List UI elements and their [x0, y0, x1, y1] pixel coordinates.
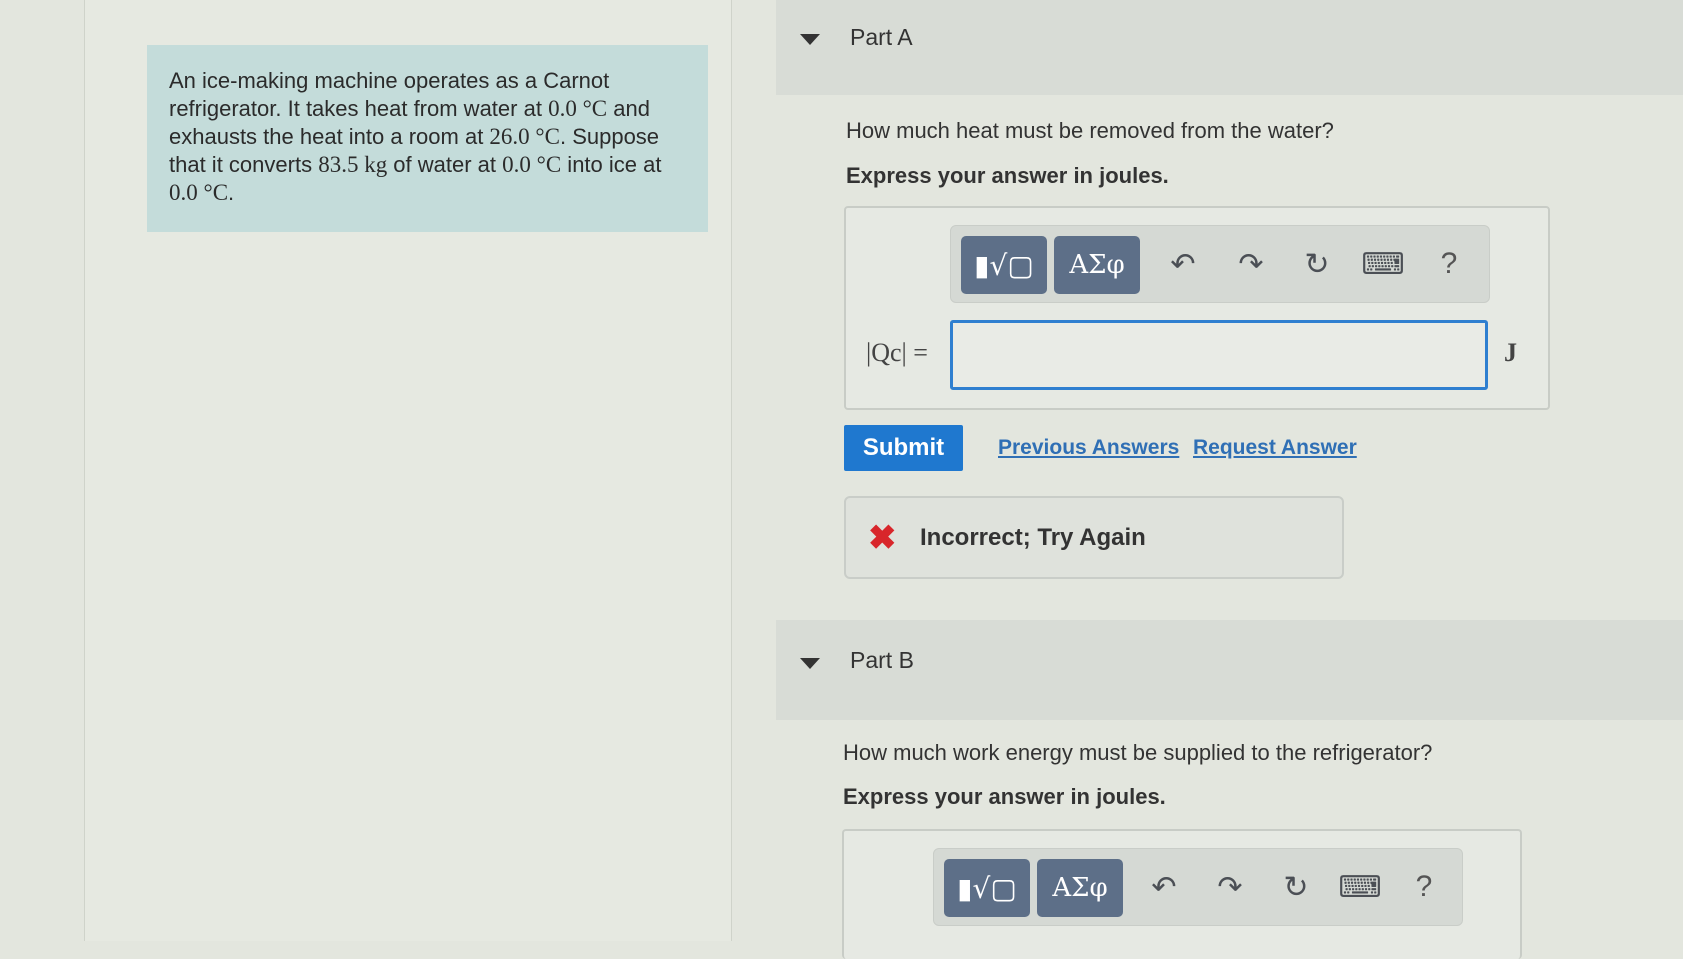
previous-answers-link[interactable]: Previous Answers	[998, 436, 1179, 460]
symbols-button[interactable]: ΑΣφ	[1054, 236, 1140, 294]
templates-icon: ▮√▢	[957, 871, 1017, 905]
problem-value: 0.0 °C	[169, 180, 229, 205]
symbols-icon: ΑΣφ	[1069, 250, 1125, 280]
unit-label: J	[1504, 338, 1517, 367]
problem-statement: An ice-making machine operates as a Carn…	[147, 45, 708, 232]
problem-text: .	[228, 180, 235, 205]
collapse-caret-icon[interactable]	[800, 34, 820, 45]
undo-icon[interactable]: ↶	[1163, 244, 1203, 284]
reset-icon[interactable]: ↻	[1297, 244, 1337, 284]
answer-input[interactable]	[950, 320, 1488, 390]
part-a-instruction: Express your answer in joules.	[846, 163, 1169, 188]
part-b-instruction: Express your answer in joules.	[843, 784, 1166, 809]
part-b-header[interactable]: Part B	[776, 620, 1683, 720]
incorrect-icon: ✖	[868, 519, 897, 557]
help-icon[interactable]: ?	[1404, 867, 1444, 907]
problem-text: An ice-making machine operates as a Carn…	[169, 68, 610, 121]
feedback-message: Incorrect; Try Again	[920, 524, 1146, 551]
reset-icon[interactable]: ↻	[1276, 867, 1316, 907]
redo-icon[interactable]: ↷	[1210, 867, 1250, 907]
problem-value: 0.0 °C	[548, 96, 608, 121]
problem-value: 0.0 °C	[502, 152, 562, 177]
help-icon[interactable]: ?	[1429, 244, 1469, 284]
part-b-answer-box: ▮√▢ ΑΣφ ↶ ↷ ↻ ⌨ ?	[842, 829, 1522, 959]
keyboard-icon[interactable]: ⌨	[1338, 867, 1381, 907]
symbols-icon: ΑΣφ	[1052, 873, 1108, 903]
problem-value: 83.5 kg	[318, 152, 388, 177]
part-a-question: How much heat must be removed from the w…	[846, 118, 1334, 143]
part-a-header[interactable]: Part A	[776, 0, 1683, 95]
request-answer-link[interactable]: Request Answer	[1193, 436, 1357, 460]
qc-label: |Qc| =	[866, 338, 928, 367]
collapse-caret-icon[interactable]	[800, 658, 820, 669]
templates-button[interactable]: ▮√▢	[944, 859, 1030, 917]
submit-button[interactable]: Submit	[844, 425, 963, 471]
math-toolbar: ▮√▢ ΑΣφ ↶ ↷ ↻ ⌨ ?	[950, 225, 1490, 303]
part-a-answer-box: ▮√▢ ΑΣφ ↶ ↷ ↻ ⌨ ? |Qc| = J	[844, 206, 1550, 410]
problem-text: into ice at	[561, 152, 662, 177]
part-a-title: Part A	[850, 24, 913, 50]
templates-icon: ▮√▢	[974, 248, 1034, 282]
math-toolbar: ▮√▢ ΑΣφ ↶ ↷ ↻ ⌨ ?	[933, 848, 1463, 926]
problem-text: of water at	[387, 152, 503, 177]
problem-value: 26.0 °C	[489, 124, 560, 149]
templates-button[interactable]: ▮√▢	[961, 236, 1047, 294]
part-b-title: Part B	[850, 647, 914, 673]
feedback-box: ✖ Incorrect; Try Again	[844, 496, 1344, 579]
redo-icon[interactable]: ↷	[1231, 244, 1271, 284]
part-b-question: How much work energy must be supplied to…	[843, 740, 1433, 765]
symbols-button[interactable]: ΑΣφ	[1037, 859, 1123, 917]
undo-icon[interactable]: ↶	[1144, 867, 1184, 907]
keyboard-icon[interactable]: ⌨	[1361, 244, 1404, 284]
